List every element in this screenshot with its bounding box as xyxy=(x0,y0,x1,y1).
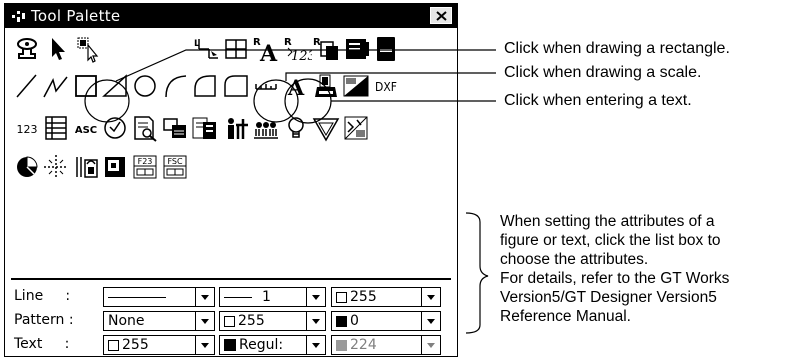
note-line: For details, refer to the GT Works xyxy=(500,270,730,287)
note-line: When setting the attributes of a xyxy=(500,213,715,230)
rectangle-callout-circle xyxy=(84,79,130,123)
text-callout-circle xyxy=(284,78,332,124)
note-line: choose the attributes. xyxy=(500,251,649,268)
attributes-brace xyxy=(465,212,489,334)
rectangle-callout-line xyxy=(115,49,496,82)
attributes-note: When setting the attributes of a figure … xyxy=(500,212,729,326)
rectangle-annotation: Click when drawing a rectangle. xyxy=(504,40,730,57)
scale-callout-line xyxy=(285,72,496,81)
note-line: figure or text, click the list box to xyxy=(500,232,721,249)
note-line: Version5/GT Designer Version5 xyxy=(500,289,717,306)
note-line: Reference Manual. xyxy=(500,308,631,325)
text-annotation: Click when entering a text. xyxy=(504,92,692,109)
scale-annotation: Click when drawing a scale. xyxy=(504,64,702,81)
